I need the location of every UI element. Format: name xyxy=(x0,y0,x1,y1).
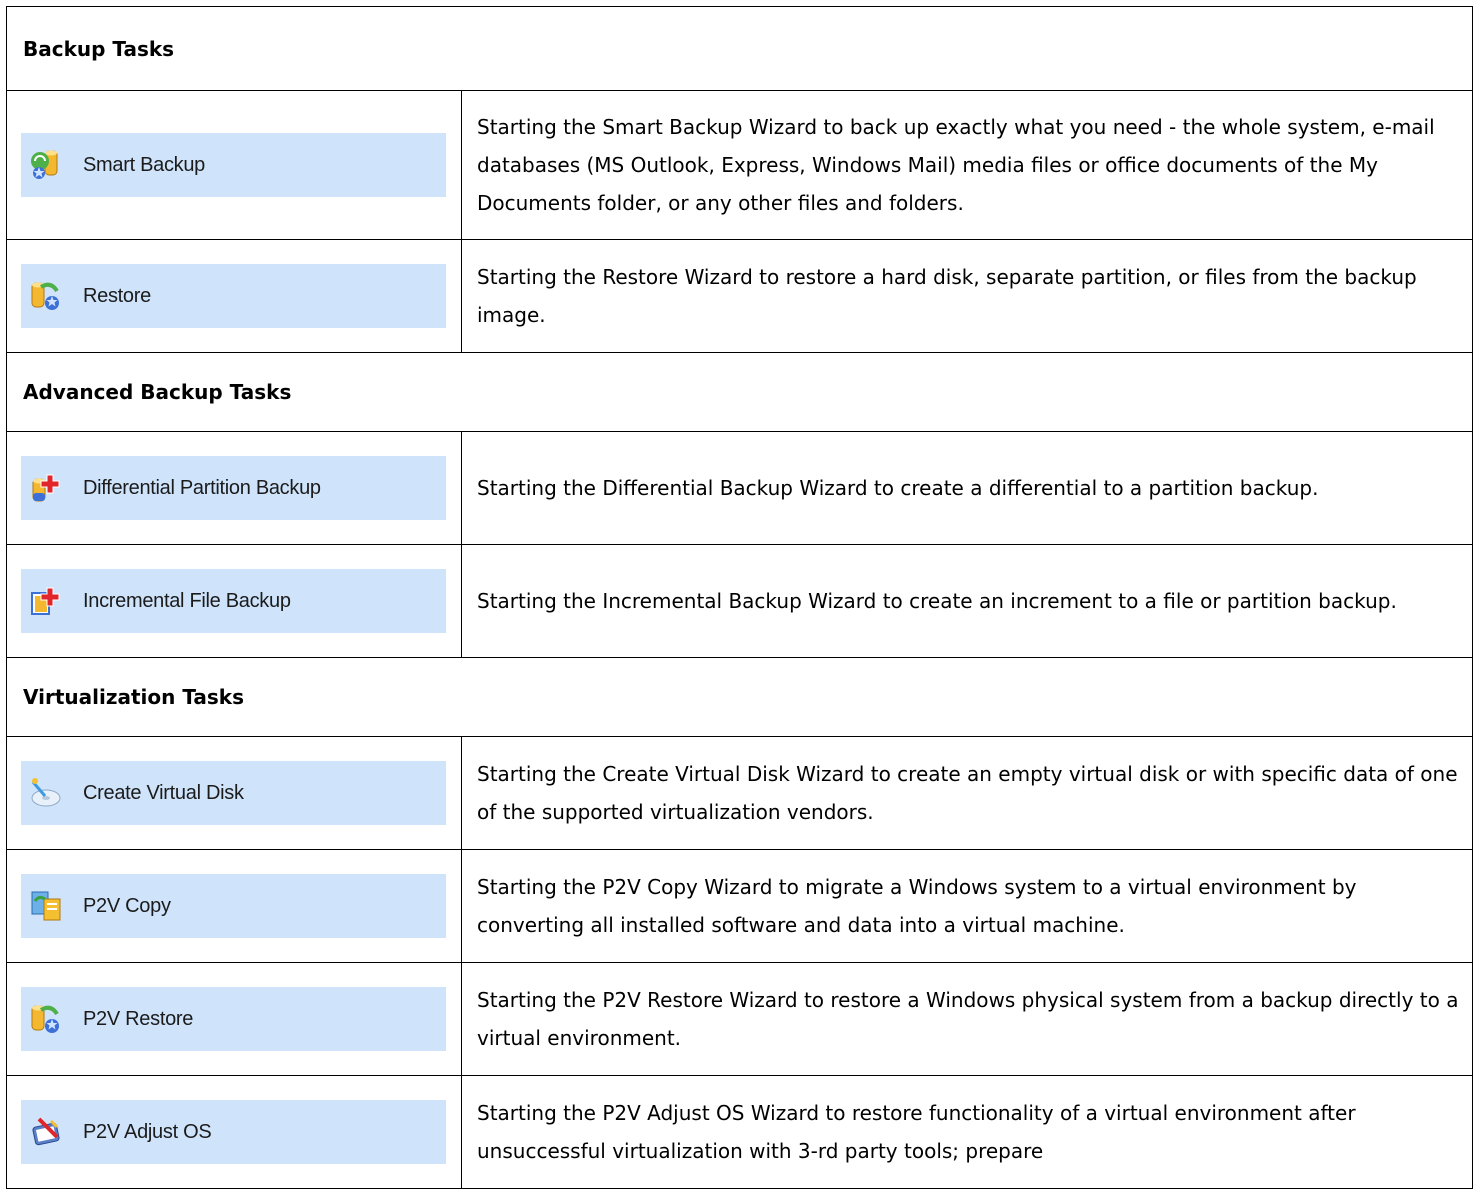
p2v-copy-button[interactable]: P2V Copy xyxy=(21,874,446,938)
create-virtual-disk-description: Starting the Create Virtual Disk Wizard … xyxy=(461,736,1473,850)
differential-backup-icon xyxy=(29,471,63,505)
incremental-backup-icon xyxy=(29,584,63,618)
tasks-table: Backup Tasks Smart Backup Starting the S… xyxy=(6,6,1473,1189)
create-virtual-disk-icon xyxy=(29,776,63,810)
incremental-file-backup-description: Starting the Incremental Backup Wizard t… xyxy=(461,544,1473,658)
p2v-copy-label: P2V Copy xyxy=(83,894,171,917)
p2v-copy-description: Starting the P2V Copy Wizard to migrate … xyxy=(461,849,1473,963)
section-title: Backup Tasks xyxy=(6,6,1473,91)
section-header-virtualization-tasks: Virtualization Tasks xyxy=(6,657,1473,737)
differential-partition-backup-button[interactable]: Differential Partition Backup xyxy=(21,456,446,520)
p2v-restore-label: P2V Restore xyxy=(83,1007,194,1030)
p2v-copy-icon xyxy=(29,889,63,923)
p2v-adjust-os-icon xyxy=(29,1115,63,1149)
smart-backup-button[interactable]: Smart Backup xyxy=(21,133,446,197)
smart-backup-description: Starting the Smart Backup Wizard to back… xyxy=(461,90,1473,240)
section-title: Advanced Backup Tasks xyxy=(6,352,1473,432)
section-header-backup-tasks: Backup Tasks xyxy=(6,6,1473,91)
p2v-restore-icon xyxy=(29,1002,63,1036)
table-row: P2V Adjust OS Starting the P2V Adjust OS… xyxy=(6,1075,1473,1189)
differential-partition-backup-description: Starting the Differential Backup Wizard … xyxy=(461,431,1473,545)
p2v-restore-description: Starting the P2V Restore Wizard to resto… xyxy=(461,962,1473,1076)
p2v-restore-button[interactable]: P2V Restore xyxy=(21,987,446,1051)
table-row: Restore Starting the Restore Wizard to r… xyxy=(6,239,1473,353)
section-header-advanced-backup-tasks: Advanced Backup Tasks xyxy=(6,352,1473,432)
create-virtual-disk-button[interactable]: Create Virtual Disk xyxy=(21,761,446,825)
section-title: Virtualization Tasks xyxy=(6,657,1473,737)
p2v-adjust-os-button[interactable]: P2V Adjust OS xyxy=(21,1100,446,1164)
restore-button[interactable]: Restore xyxy=(21,264,446,328)
create-virtual-disk-label: Create Virtual Disk xyxy=(83,781,244,804)
differential-partition-backup-label: Differential Partition Backup xyxy=(83,476,321,499)
restore-icon xyxy=(29,279,63,313)
restore-description: Starting the Restore Wizard to restore a… xyxy=(461,239,1473,353)
smart-backup-label: Smart Backup xyxy=(83,153,206,176)
smart-backup-icon xyxy=(29,148,63,182)
p2v-adjust-os-label: P2V Adjust OS xyxy=(83,1120,212,1143)
table-row: Incremental File Backup Starting the Inc… xyxy=(6,544,1473,658)
table-row: P2V Copy Starting the P2V Copy Wizard to… xyxy=(6,849,1473,963)
incremental-file-backup-label: Incremental File Backup xyxy=(83,589,291,612)
table-row: Create Virtual Disk Starting the Create … xyxy=(6,736,1473,850)
restore-label: Restore xyxy=(83,284,151,307)
incremental-file-backup-button[interactable]: Incremental File Backup xyxy=(21,569,446,633)
table-row: P2V Restore Starting the P2V Restore Wiz… xyxy=(6,962,1473,1076)
table-row: Smart Backup Starting the Smart Backup W… xyxy=(6,90,1473,240)
p2v-adjust-os-description: Starting the P2V Adjust OS Wizard to res… xyxy=(461,1075,1473,1189)
table-row: Differential Partition Backup Starting t… xyxy=(6,431,1473,545)
